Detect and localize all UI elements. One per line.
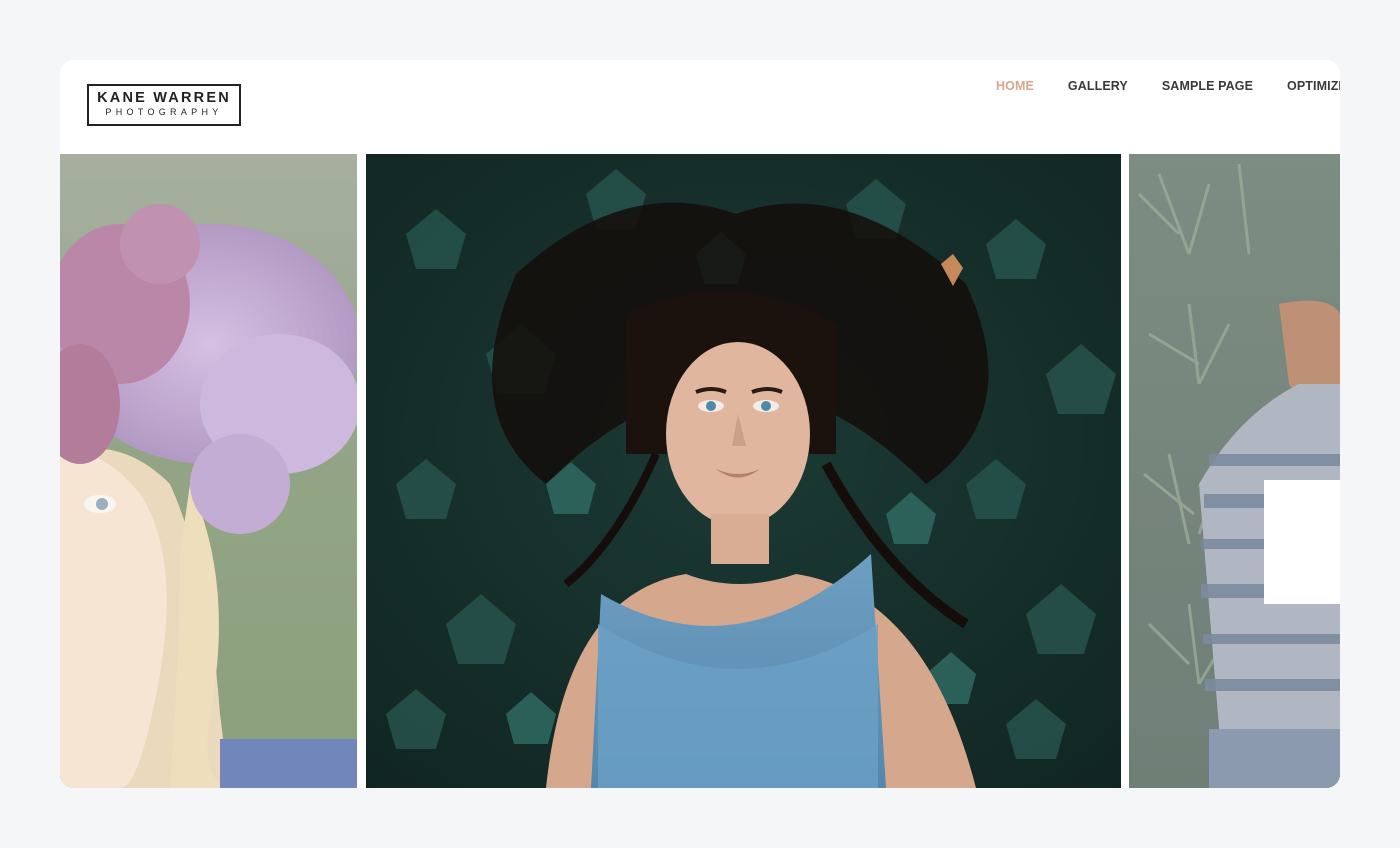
ivy-portrait-image bbox=[366, 154, 1121, 788]
site-logo[interactable]: KANE WARREN PHOTOGRAPHY bbox=[87, 84, 241, 126]
nav-item-optimizer[interactable]: OPTIMIZER bbox=[1287, 79, 1340, 93]
site-header: KANE WARREN PHOTOGRAPHY HOME GALLERY SAM… bbox=[60, 60, 1340, 154]
site-frame: KANE WARREN PHOTOGRAPHY HOME GALLERY SAM… bbox=[60, 60, 1340, 788]
nav-item-gallery[interactable]: GALLERY bbox=[1068, 79, 1128, 93]
image-carousel[interactable] bbox=[60, 154, 1340, 788]
main-nav: HOME GALLERY SAMPLE PAGE OPTIMIZER bbox=[996, 79, 1340, 93]
pine-portrait-image bbox=[1129, 154, 1340, 788]
slide-next[interactable] bbox=[1129, 154, 1340, 788]
lilac-portrait-image bbox=[60, 154, 357, 788]
nav-item-sample-page[interactable]: SAMPLE PAGE bbox=[1162, 79, 1253, 93]
logo-tagline: PHOTOGRAPHY bbox=[105, 107, 223, 117]
logo-name: KANE WARREN bbox=[97, 90, 231, 106]
slide-current[interactable] bbox=[366, 154, 1121, 788]
overlay-panel bbox=[1264, 480, 1340, 604]
slide-previous[interactable] bbox=[60, 154, 357, 788]
nav-item-home[interactable]: HOME bbox=[996, 79, 1034, 93]
